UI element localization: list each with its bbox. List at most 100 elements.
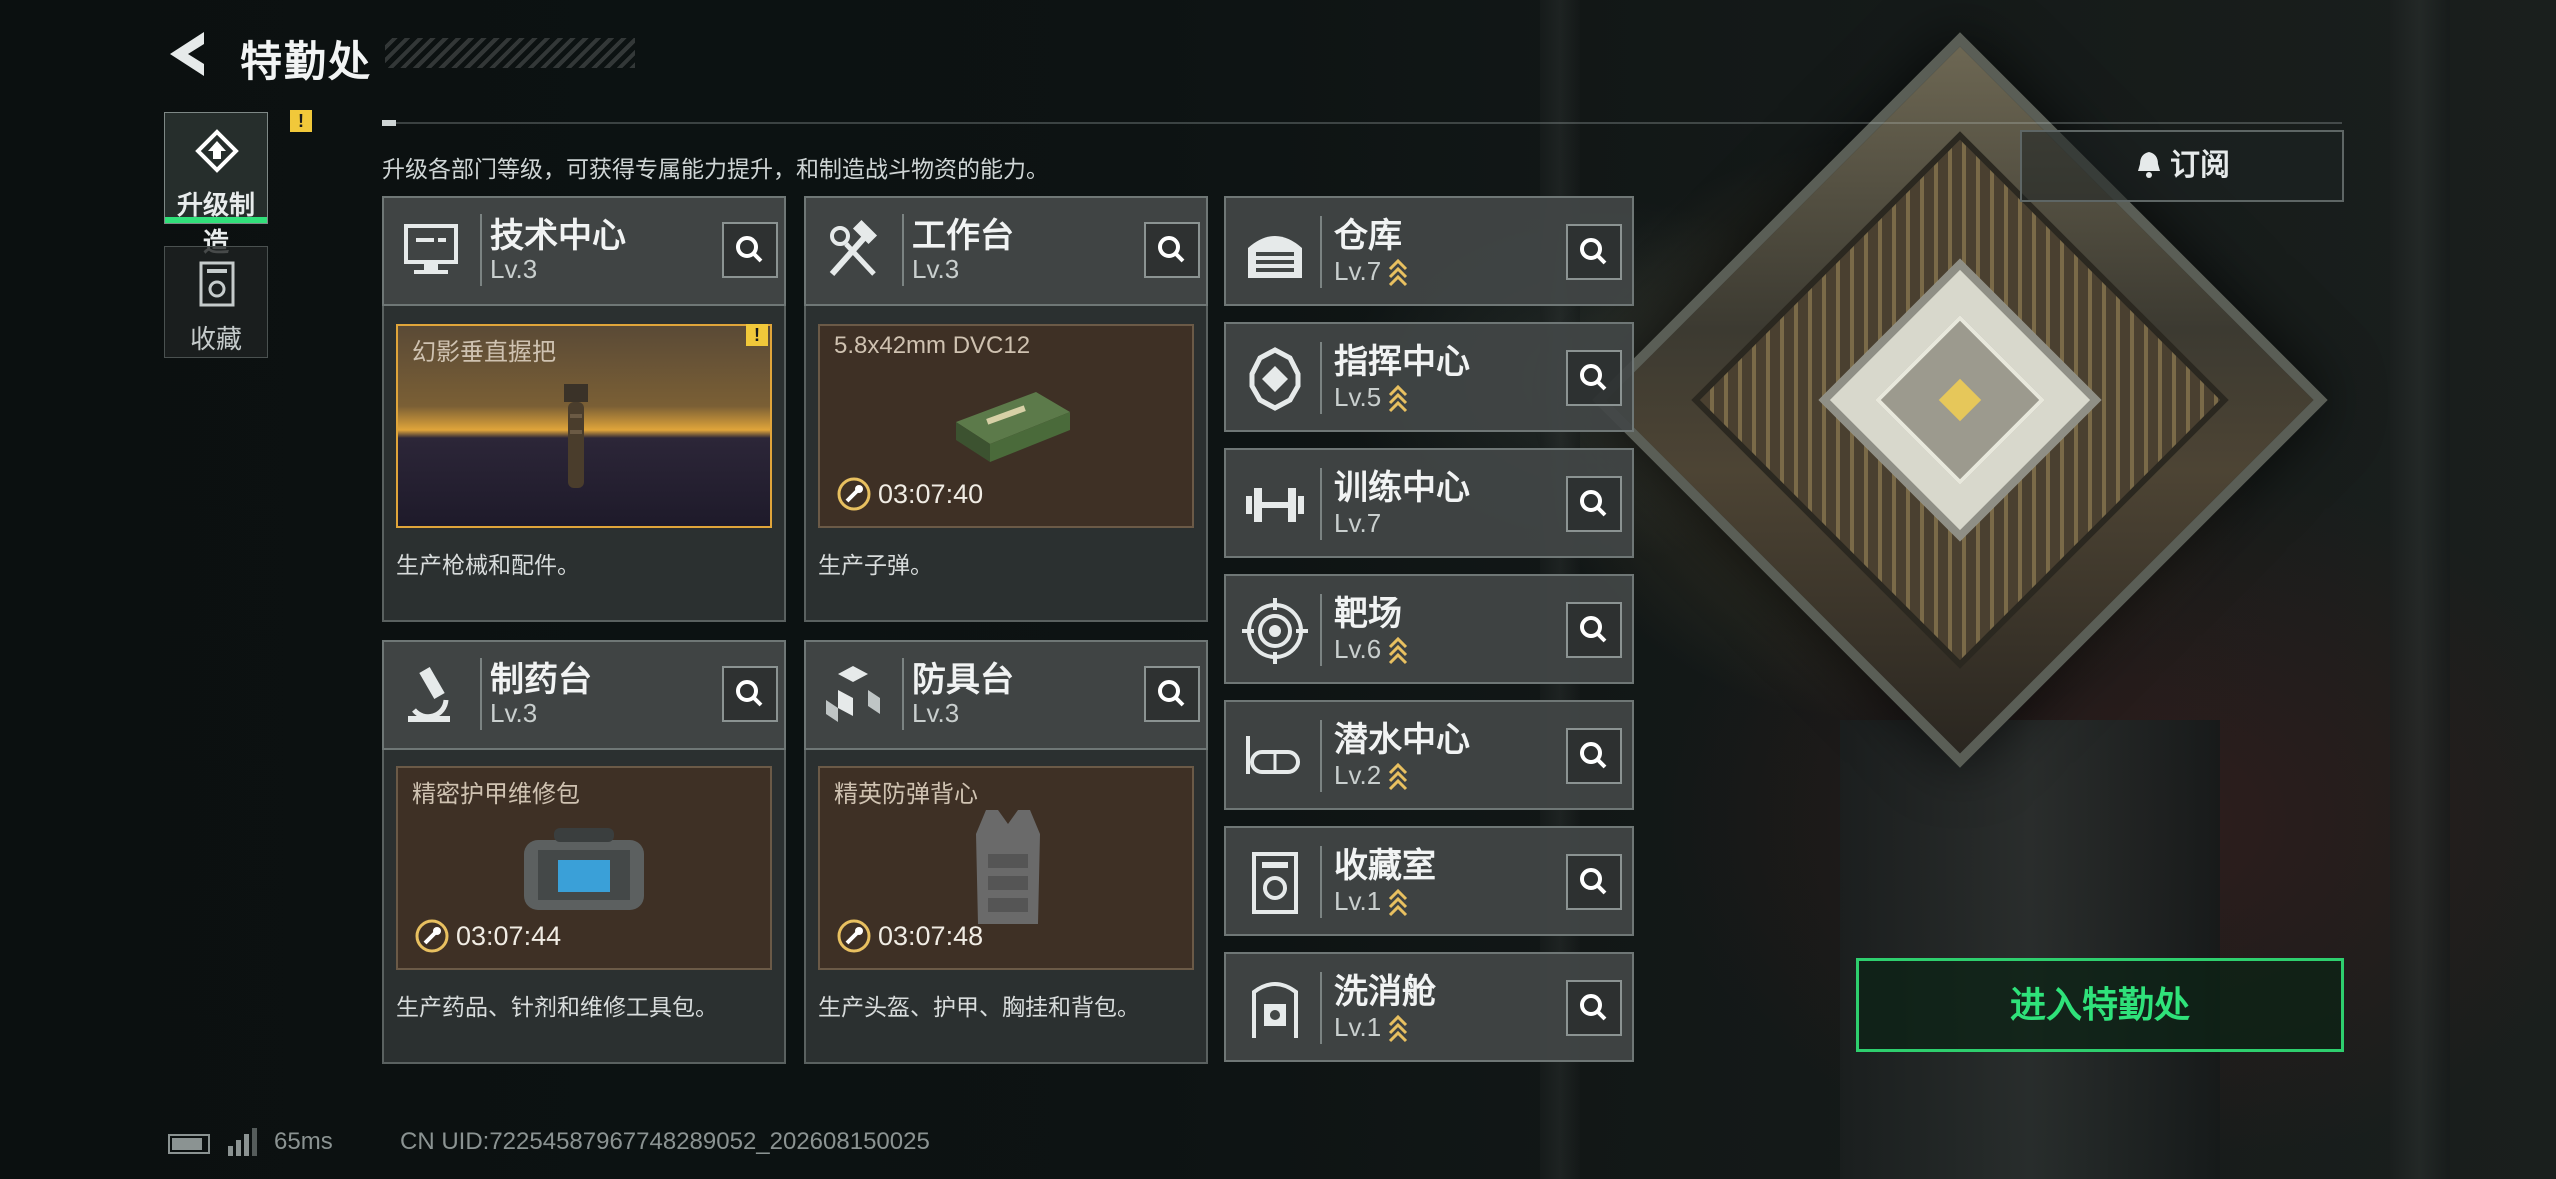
cubes-icon [826,666,880,722]
dept-name: 防具台 [912,661,1014,699]
battery-icon [168,1134,210,1154]
repair-kit-image [524,828,644,910]
subscribe-label: 订阅 [2170,149,2230,182]
dept-level: Lv.3 [912,698,960,728]
active-indicator [165,217,267,223]
search-button[interactable] [1566,854,1622,910]
search-icon [736,680,763,707]
computer-icon [404,224,458,274]
facility-training-center[interactable]: 训练中心 Lv.7 [1224,448,1634,558]
dept-description: 生产子弹。 [818,552,933,578]
vault-icon [1252,852,1298,914]
tab-label: 收藏 [189,324,242,354]
uid-text: CN UID:7225458796774828905​2_20260815002… [400,1128,930,1155]
product-name: 精英防弹背心 [834,781,978,808]
production-timer: 03:07:40 [836,476,983,512]
facility-level: Lv.1 [1334,886,1382,916]
ping-text: 65ms [274,1128,333,1155]
facility-name: 靶场 [1334,595,1402,633]
search-button[interactable] [1566,350,1622,406]
dept-header[interactable]: 制药台 Lv.3 [382,640,786,750]
dept-level: Lv.3 [490,254,538,284]
facility-collection-room[interactable]: 收藏室 Lv.1 [1224,826,1634,936]
product-slot[interactable]: 幻影垂直握把 ! [396,324,772,528]
target-icon [1242,598,1308,664]
upgrade-chevron-icon [1389,384,1408,412]
alert-badge: ! [290,110,312,132]
collection-icon [199,261,235,307]
microscope-icon [408,667,450,722]
dept-name: 制药台 [490,661,592,699]
facility-name: 洗消舱 [1334,973,1436,1011]
upgrade-chevron-icon [1389,762,1408,790]
product-name: 幻影垂直握把 [412,339,556,366]
facility-name: 训练中心 [1334,469,1470,507]
dept-description: 生产药品、针剂和维修工具包。 [396,994,718,1020]
search-icon [1580,616,1607,643]
product-name: 精密护甲维修包 [412,781,580,808]
facility-name: 潜水中心 [1334,721,1470,759]
diving-mask-icon [1246,736,1300,774]
facility-decontamination[interactable]: 洗消舱 Lv.1 [1224,952,1634,1062]
search-icon [1158,680,1185,707]
dept-header[interactable]: 工作台 Lv.3 [804,196,1208,306]
search-icon [1580,490,1607,517]
upgrade-chevron-icon [1389,1014,1408,1042]
search-button[interactable] [1566,728,1622,784]
search-icon [736,236,763,263]
search-button[interactable] [1144,222,1200,278]
product-slot[interactable]: 精密护甲维修包 03:07:44 [396,766,772,970]
tab-upgrade-craft[interactable]: 升级制造 ! [164,110,312,257]
bell-icon [2138,152,2160,178]
tab-collection[interactable]: 收藏 [164,246,268,358]
search-button[interactable] [722,666,778,722]
tools-icon [829,219,878,276]
warehouse-icon [1248,236,1302,278]
facility-level: Lv.2 [1334,760,1382,790]
product-slot[interactable]: 5.8x42mm DVC12 03:07:40 [818,324,1194,528]
vest-image [976,810,1040,924]
dept-header[interactable]: 防具台 Lv.3 [804,640,1208,750]
enter-special-ops-button[interactable]: 进入特勤处 [1856,958,2344,1052]
alert-badge: ! [746,324,768,346]
ammo-box-image [956,392,1070,462]
wrench-timer-icon [415,919,449,953]
facility-diving-center[interactable]: 潜水中心 Lv.2 [1224,700,1634,810]
page-title: 特勤处 [240,38,373,85]
search-button[interactable] [1566,476,1622,532]
decon-icon [1252,982,1298,1038]
search-icon [1580,994,1607,1021]
divider [382,122,2342,124]
search-icon [1580,364,1607,391]
search-button[interactable] [1566,602,1622,658]
search-button[interactable] [1566,224,1622,280]
product-name: 5.8x42mm DVC12 [834,332,1031,359]
facility-level: Lv.6 [1334,634,1382,664]
divider-tick [382,120,396,126]
back-arrow-icon[interactable] [164,28,212,80]
upgrade-chevron-icon [1389,636,1408,664]
dumbbell-icon [1246,488,1304,522]
dept-level: Lv.3 [490,698,538,728]
dept-description: 生产枪械和配件。 [396,552,580,578]
dept-name: 技术中心 [490,217,626,255]
search-button[interactable] [1566,980,1622,1036]
dept-header[interactable]: 技术中心 Lv.3 [382,196,786,306]
facility-warehouse[interactable]: 仓库 Lv.7 [1224,196,1634,306]
search-icon [1580,238,1607,265]
upgrade-chevron-icon [1389,888,1408,916]
production-timer: 03:07:48 [836,918,983,954]
facility-level: Lv.1 [1334,1012,1382,1042]
search-button[interactable] [1144,666,1200,722]
search-button[interactable] [722,222,778,278]
product-slot[interactable]: 精英防弹背心 03:07:48 [818,766,1194,970]
grip-item-image [564,384,588,488]
page-description: 升级各部门等级，可获得专属能力提升，和制造战斗物资的能力。 [382,156,1049,182]
wrench-timer-icon [837,477,871,511]
facility-command-center[interactable]: 指挥中心 Lv.5 [1224,322,1634,432]
search-icon [1580,742,1607,769]
upgrade-chevron-icon [1389,258,1408,286]
facility-shooting-range[interactable]: 靶场 Lv.6 [1224,574,1634,684]
subscribe-button[interactable]: 订阅 [2020,130,2344,202]
timer-text: 03:07:44 [456,920,562,951]
